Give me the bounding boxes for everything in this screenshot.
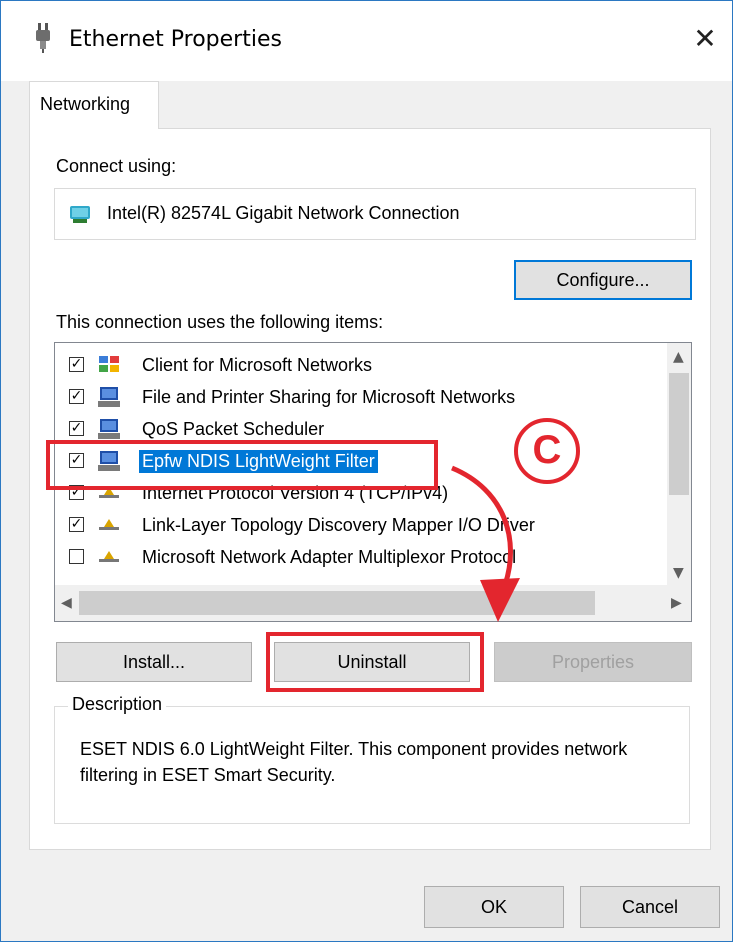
- scroll-thumb[interactable]: [79, 591, 595, 615]
- computer-service-icon: [98, 387, 120, 407]
- scroll-left-icon[interactable]: ◀: [61, 595, 72, 611]
- step-marker: C: [514, 418, 580, 484]
- list-item[interactable]: ✓ File and Printer Sharing for Microsoft…: [55, 381, 655, 414]
- list-item[interactable]: ✓ Link-Layer Topology Discovery Mapper I…: [55, 509, 655, 542]
- checkbox[interactable]: ✓: [69, 357, 84, 372]
- title-bar[interactable]: Ethernet Properties ✕: [1, 1, 732, 81]
- highlight-box-selected-item: [46, 440, 438, 490]
- window-title: Ethernet Properties: [69, 27, 282, 52]
- item-label: Client for Microsoft Networks: [142, 355, 373, 375]
- horizontal-scrollbar[interactable]: ◀ ▶: [55, 585, 691, 621]
- close-icon: ✕: [693, 22, 717, 55]
- scroll-thumb[interactable]: [669, 373, 689, 495]
- network-client-icon: [99, 356, 119, 372]
- install-button[interactable]: Install...: [56, 642, 252, 682]
- tab-label: Networking: [40, 94, 131, 114]
- vertical-scrollbar[interactable]: ▲ ▼: [667, 343, 691, 585]
- connect-using-label: Connect using:: [56, 156, 177, 176]
- item-label: File and Printer Sharing for Microsoft N…: [142, 387, 516, 407]
- list-item[interactable]: Microsoft Network Adapter Multiplexor Pr…: [55, 541, 655, 574]
- checkbox[interactable]: ✓: [69, 421, 84, 436]
- checkbox[interactable]: [69, 549, 84, 564]
- items-label: This connection uses the following items…: [56, 312, 384, 332]
- cancel-button[interactable]: Cancel: [580, 886, 720, 928]
- protocol-icon: [99, 551, 119, 562]
- checkbox[interactable]: ✓: [69, 389, 84, 404]
- scroll-down-icon[interactable]: ▼: [673, 565, 684, 581]
- item-label: Link-Layer Topology Discovery Mapper I/O…: [142, 515, 535, 535]
- close-button[interactable]: ✕: [685, 19, 725, 59]
- adapter-name: Intel(R) 82574L Gigabit Network Connecti…: [107, 203, 460, 223]
- properties-button: Properties: [494, 642, 692, 682]
- scroll-right-icon[interactable]: ▶: [671, 595, 682, 611]
- description-title: Description: [68, 694, 167, 715]
- item-label: Microsoft Network Adapter Multiplexor Pr…: [142, 547, 517, 567]
- scroll-up-icon[interactable]: ▲: [673, 349, 684, 365]
- adapter-field: Intel(R) 82574L Gigabit Network Connecti…: [54, 188, 696, 240]
- ok-button[interactable]: OK: [424, 886, 564, 928]
- network-plug-icon: [36, 23, 50, 53]
- tab-networking[interactable]: Networking: [29, 81, 159, 129]
- item-label: QoS Packet Scheduler: [142, 419, 325, 439]
- protocol-icon: [99, 519, 119, 530]
- computer-service-icon: [98, 419, 120, 439]
- configure-button[interactable]: Configure...: [514, 260, 692, 300]
- checkbox[interactable]: ✓: [69, 517, 84, 532]
- list-item[interactable]: ✓ Client for Microsoft Networks: [55, 349, 655, 382]
- network-adapter-icon: [70, 206, 90, 223]
- highlight-box-uninstall: [266, 632, 484, 692]
- description-text: ESET NDIS 6.0 LightWeight Filter. This c…: [80, 739, 628, 785]
